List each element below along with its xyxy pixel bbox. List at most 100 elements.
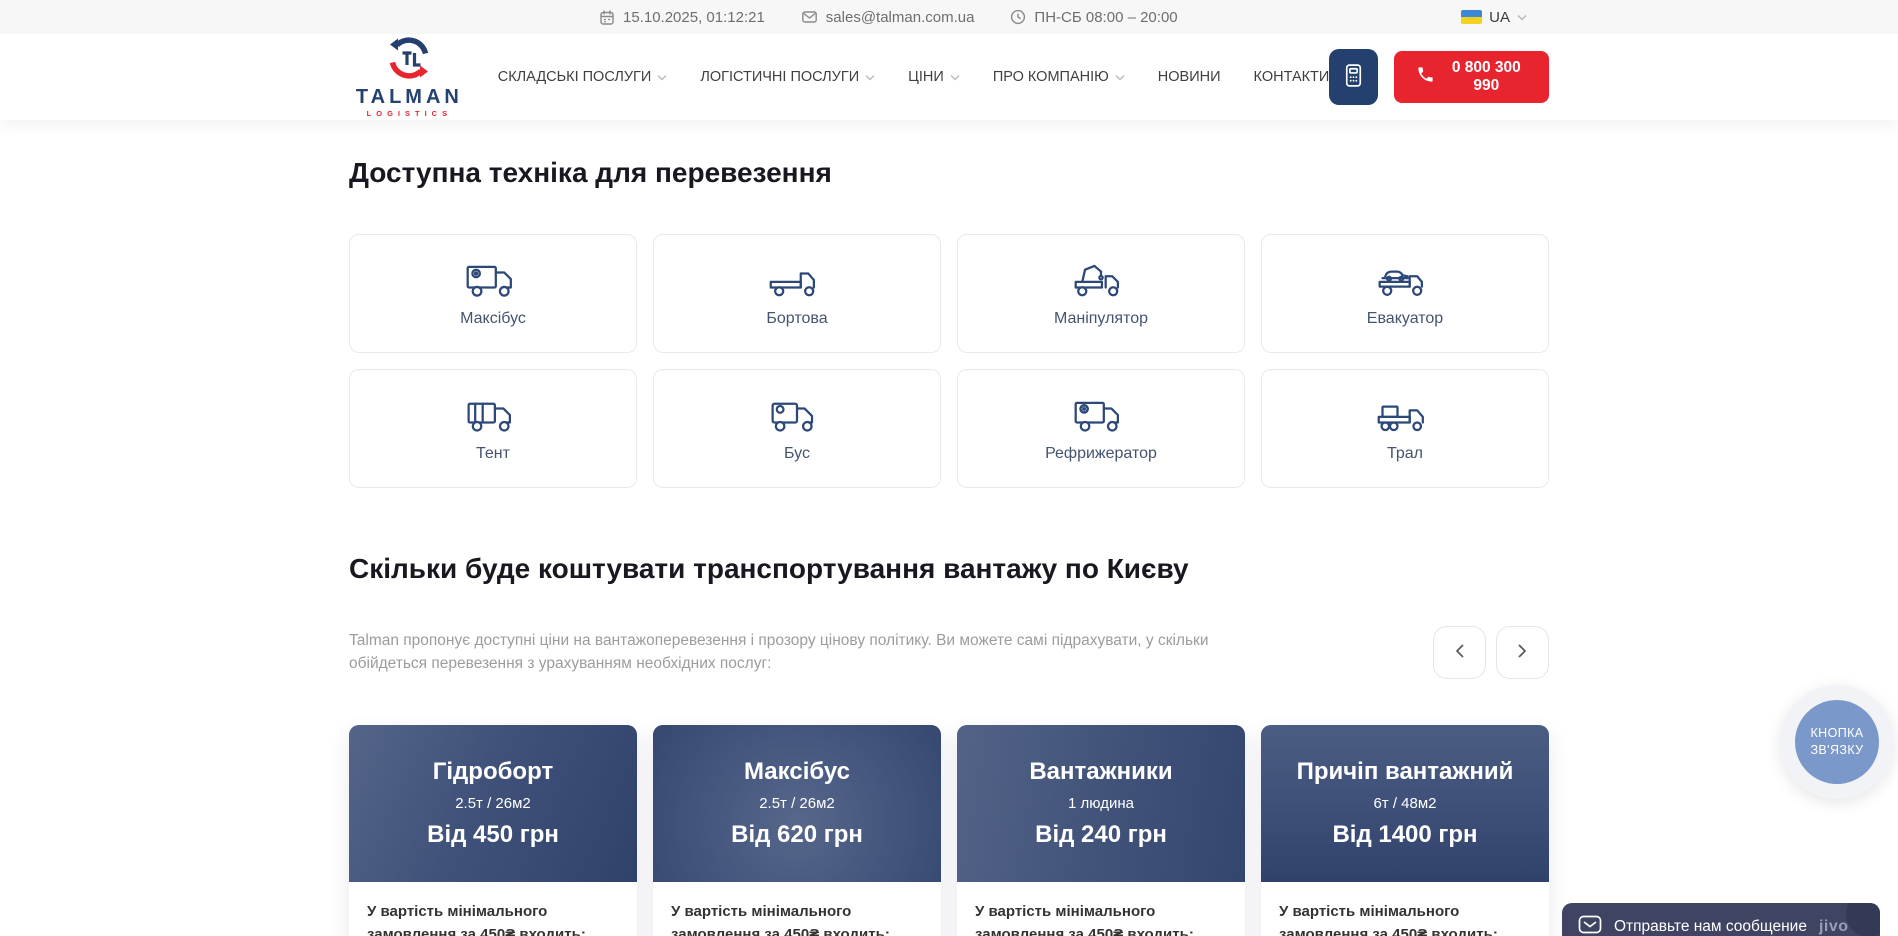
main-nav: СКЛАДСЬКІ ПОСЛУГИ ЛОГІСТИЧНІ ПОСЛУГИ ЦІН… — [498, 69, 1330, 85]
vehicle-card-label: Бус — [784, 445, 810, 463]
chat-brand: jivo — [1819, 918, 1849, 936]
logo-emblem-icon — [387, 36, 431, 85]
vehicles-grid: Максібус Бортова Маніпулятор — [349, 234, 1549, 488]
pricing-card-note: У вартість мінімального замовлення за 45… — [975, 900, 1227, 936]
pricing-card-image: Максібус 2.5т / 26м2 Від 620 грн — [653, 725, 941, 882]
carousel-arrows — [1433, 626, 1549, 679]
vehicle-card-maksibus[interactable]: Максібус — [349, 234, 637, 353]
pricing-card-subtitle: 2.5т / 26м2 — [455, 795, 531, 812]
phone-icon — [1416, 65, 1435, 89]
van-icon — [767, 395, 827, 435]
pricing-card-note: У вартість мінімального замовлення за 45… — [367, 900, 619, 936]
vehicles-title: Доступна техніка для перевезення — [349, 156, 1549, 190]
vehicle-card-label: Тент — [476, 445, 510, 463]
chevron-right-icon — [1518, 644, 1527, 661]
tow-truck-icon — [1375, 260, 1435, 300]
phone-button[interactable]: 0 800 300 990 — [1394, 51, 1549, 103]
pricing-title: Скільки буде коштувати транспортування в… — [349, 552, 1549, 586]
chat-widget[interactable]: Отправьте нам сообщение jivo — [1562, 903, 1880, 936]
carousel-prev-button[interactable] — [1433, 626, 1486, 679]
logo-title: TALMAN — [356, 87, 463, 107]
pricing-card-maksibus: Максібус 2.5т / 26м2 Від 620 грн У варті… — [653, 725, 941, 936]
nav-item-prices[interactable]: ЦІНИ — [908, 69, 960, 85]
chat-widget-circle — [1846, 903, 1880, 936]
pricing-grid: Гідроборт 2.5т / 26м2 Від 450 грн У варт… — [349, 725, 1549, 936]
vehicle-card-label: Трал — [1387, 445, 1423, 463]
ukraine-flag-icon — [1461, 10, 1482, 24]
calculator-button[interactable] — [1329, 49, 1377, 105]
topbar-info: 15.10.2025, 01:12:21 sales@talman.com.ua… — [599, 0, 1178, 34]
chevron-down-icon — [950, 69, 960, 85]
vehicle-card-bus[interactable]: Бус — [653, 369, 941, 488]
chevron-left-icon — [1455, 644, 1464, 661]
callback-label-line1: КНОПКА — [1810, 725, 1863, 742]
carousel-next-button[interactable] — [1496, 626, 1549, 679]
vehicle-card-refrizherator[interactable]: Рефрижератор — [957, 369, 1245, 488]
pricing-card-title: Вантажники — [1029, 758, 1172, 786]
tent-truck-icon — [463, 395, 523, 435]
pricing-card-price: Від 240 грн — [1035, 821, 1167, 849]
vehicle-card-bortova[interactable]: Бортова — [653, 234, 941, 353]
topbar: 15.10.2025, 01:12:21 sales@talman.com.ua… — [0, 0, 1898, 34]
pricing-card-title: Причіп вантажний — [1297, 758, 1514, 786]
vehicle-card-label: Максібус — [460, 310, 526, 328]
crane-truck-icon — [1071, 260, 1131, 300]
chat-message: Отправьте нам сообщение — [1614, 918, 1807, 936]
pricing-card-subtitle: 2.5т / 26м2 — [759, 795, 835, 812]
vehicle-card-label: Бортова — [766, 310, 827, 328]
pricing-description: Talman пропонує доступні ціни на вантажо… — [349, 630, 1269, 675]
envelope-icon — [801, 9, 818, 25]
callback-button[interactable]: КНОПКА ЗВ'ЯЗКУ — [1780, 685, 1894, 799]
chevron-down-icon — [1115, 69, 1125, 85]
logo[interactable]: TALMAN LOGISTICS — [349, 36, 470, 118]
topbar-email[interactable]: sales@talman.com.ua — [801, 9, 975, 26]
chat-envelope-icon — [1578, 915, 1602, 936]
pricing-card-note: У вартість мінімального замовлення за 45… — [1279, 900, 1531, 936]
lowloader-truck-icon — [1375, 395, 1435, 435]
language-code: UA — [1489, 9, 1510, 26]
vehicle-card-evakuator[interactable]: Евакуатор — [1261, 234, 1549, 353]
site-header: TALMAN LOGISTICS СКЛАДСЬКІ ПОСЛУГИ ЛОГІС… — [0, 34, 1898, 120]
vehicle-card-label: Евакуатор — [1367, 310, 1443, 328]
flatbed-truck-icon — [767, 260, 827, 300]
pricing-card-note: У вартість мінімального замовлення за 45… — [671, 900, 923, 936]
pricing-card-prychip: Причіп вантажний 6т / 48м2 Від 1400 грн … — [1261, 725, 1549, 936]
vehicle-card-tral[interactable]: Трал — [1261, 369, 1549, 488]
pricing-card-price: Від 1400 грн — [1332, 821, 1477, 849]
pricing-card-image: Гідроборт 2.5т / 26м2 Від 450 грн — [349, 725, 637, 882]
pricing-card-title: Максібус — [744, 758, 850, 786]
logo-subtitle: LOGISTICS — [367, 109, 452, 118]
pricing-card-image: Причіп вантажний 6т / 48м2 Від 1400 грн — [1261, 725, 1549, 882]
clock-icon — [1010, 9, 1026, 25]
callback-label-line2: ЗВ'ЯЗКУ — [1810, 742, 1863, 759]
calendar-icon — [599, 9, 615, 26]
chevron-down-icon — [865, 69, 875, 85]
topbar-hours: ПН-СБ 08:00 – 20:00 — [1010, 9, 1177, 26]
pricing-card-hidrobort: Гідроборт 2.5т / 26м2 Від 450 грн У варт… — [349, 725, 637, 936]
pricing-card-price: Від 620 грн — [731, 821, 863, 849]
pricing-card-price: Від 450 грн — [427, 821, 559, 849]
pricing-card-subtitle: 1 людина — [1068, 795, 1134, 812]
pricing-card-image: Вантажники 1 людина Від 240 грн — [957, 725, 1245, 882]
vehicle-card-manipulator[interactable]: Маніпулятор — [957, 234, 1245, 353]
nav-item-about[interactable]: ПРО КОМПАНІЮ — [993, 69, 1125, 85]
language-selector[interactable]: UA — [1461, 0, 1527, 34]
pricing-card-title: Гідроборт — [433, 758, 553, 786]
chevron-down-icon — [1517, 8, 1527, 26]
vehicle-card-label: Рефрижератор — [1045, 445, 1157, 463]
chevron-down-icon — [657, 69, 667, 85]
nav-item-logistics[interactable]: ЛОГІСТИЧНІ ПОСЛУГИ — [700, 69, 875, 85]
box-truck-icon — [463, 260, 523, 300]
pricing-card-subtitle: 6т / 48м2 — [1373, 795, 1436, 812]
topbar-datetime: 15.10.2025, 01:12:21 — [599, 9, 765, 26]
vehicle-card-label: Маніпулятор — [1054, 310, 1148, 328]
pricing-card-vantazhnyky: Вантажники 1 людина Від 240 грн У вартіс… — [957, 725, 1245, 936]
vehicle-card-tent[interactable]: Тент — [349, 369, 637, 488]
fridge-truck-icon — [1071, 395, 1131, 435]
phone-number: 0 800 300 990 — [1446, 59, 1527, 95]
main-content: Доступна техніка для перевезення Максібу… — [349, 120, 1549, 936]
nav-item-warehouse[interactable]: СКЛАДСЬКІ ПОСЛУГИ — [498, 69, 668, 85]
nav-item-news[interactable]: НОВИНИ — [1158, 69, 1221, 85]
nav-item-contacts[interactable]: КОНТАКТИ — [1254, 69, 1330, 85]
calculator-icon — [1340, 62, 1367, 92]
